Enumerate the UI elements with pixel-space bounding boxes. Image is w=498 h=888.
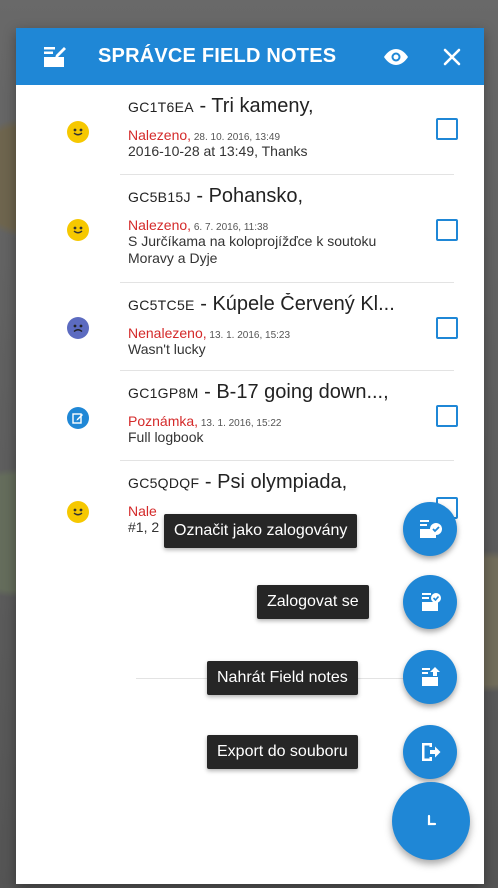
- export-label[interactable]: Export do souboru: [207, 735, 358, 769]
- cache-name: - Tri kameny,: [193, 95, 314, 117]
- cache-name: - Kúpele Červený Kl...: [194, 293, 395, 315]
- cache-code: GC5QDQF: [128, 475, 200, 491]
- upload-icon: [422, 667, 440, 686]
- note-checkbox[interactable]: [436, 118, 458, 140]
- list-item[interactable]: GC1T6EA - Tri kameny, Nalezeno, 28. 10. …: [16, 85, 484, 175]
- note-state: Nale: [128, 503, 157, 519]
- mark-logged-icon: [420, 520, 442, 538]
- close-icon[interactable]: [432, 37, 472, 77]
- log-in-icon: [422, 593, 441, 611]
- sad-not-found-icon: [67, 317, 89, 339]
- main-fab-button[interactable]: [392, 782, 470, 860]
- mark-logged-button[interactable]: [403, 502, 457, 556]
- note-checkbox[interactable]: [436, 317, 458, 339]
- fab-action-upload[interactable]: Nahrát Field notes: [207, 661, 358, 695]
- note-state: Nalezeno: [128, 127, 188, 143]
- note-text: Full logbook: [128, 429, 204, 445]
- field-notes-icon: [34, 37, 74, 77]
- list-item[interactable]: GC5TC5E - Kúpele Červený Kl... Nenalezen…: [16, 283, 484, 371]
- cache-code: GC1T6EA: [128, 99, 194, 115]
- list-item[interactable]: GC1GP8M - B-17 going down..., Poznámka, …: [16, 371, 484, 461]
- log-in-label[interactable]: Zalogovat se: [257, 585, 369, 619]
- notes-list: GC1T6EA - Tri kameny, Nalezeno, 28. 10. …: [16, 85, 484, 551]
- list-item[interactable]: GC5B15J - Pohansko, Nalezeno, 6. 7. 2016…: [16, 175, 484, 283]
- cache-name: - Psi olympiada,: [199, 471, 348, 493]
- fab-action-log-in[interactable]: Zalogovat se: [257, 585, 369, 619]
- smiley-found-icon: [67, 219, 89, 241]
- cache-name: - Pohansko,: [190, 185, 304, 207]
- top-bar: SPRÁVCE FIELD NOTES: [16, 28, 484, 85]
- upload-button[interactable]: [403, 650, 457, 704]
- cache-code: GC5B15J: [128, 189, 191, 205]
- note-checkbox[interactable]: [436, 219, 458, 241]
- upload-label[interactable]: Nahrát Field notes: [207, 661, 358, 695]
- note-date: 13. 1. 2016, 15:22: [198, 418, 282, 429]
- eye-icon[interactable]: [376, 37, 416, 77]
- fab-action-export[interactable]: Export do souboru: [207, 735, 358, 769]
- cache-name: - B-17 going down...,: [198, 381, 389, 403]
- export-button[interactable]: [403, 725, 457, 779]
- smiley-found-icon: [67, 121, 89, 143]
- note-state: Poznámka: [128, 413, 195, 429]
- note-date: 28. 10. 2016, 13:49: [191, 132, 281, 143]
- note-checkbox[interactable]: [436, 405, 458, 427]
- cache-code: GC5TC5E: [128, 297, 195, 313]
- mark-logged-label[interactable]: Označit jako zalogovány: [164, 514, 358, 548]
- collapse-icon: [427, 814, 437, 826]
- note-state: Nalezeno: [128, 217, 188, 233]
- smiley-found-icon: [67, 501, 89, 523]
- dialog-title: SPRÁVCE FIELD NOTES: [98, 45, 337, 67]
- note-date: 6. 7. 2016, 11:38: [191, 222, 269, 233]
- log-in-button[interactable]: [403, 575, 457, 629]
- note-text: 2016-10-28 at 13:49, Thanks: [128, 143, 308, 159]
- note-text: Wasn't lucky: [128, 341, 206, 357]
- note-date: 13. 1. 2016, 15:23: [206, 330, 291, 341]
- note-state: Nenalezeno: [128, 325, 203, 341]
- note-icon: [67, 407, 89, 429]
- export-icon: [422, 743, 441, 761]
- fab-action-mark-logged[interactable]: Označit jako zalogovány: [164, 514, 358, 548]
- cache-code: GC1GP8M: [128, 385, 199, 401]
- note-text: S Jurčíkama na koloprojížďce k soutoku M…: [128, 233, 377, 266]
